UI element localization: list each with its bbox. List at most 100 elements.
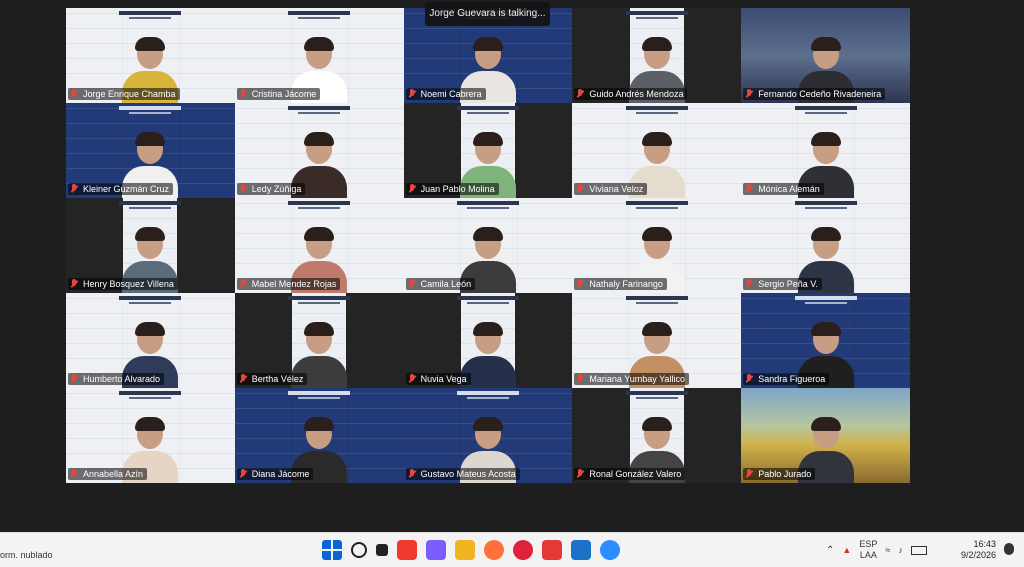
task-view-icon[interactable] [376, 544, 388, 556]
mic-muted-icon [408, 89, 417, 99]
participant-name-label: Mabel Mendez Rojas [236, 278, 341, 290]
participant-name-label: Nuvia Vega [405, 373, 471, 385]
participant-tile[interactable]: Camila León [403, 198, 573, 293]
clock-time: 16:43 [973, 539, 996, 549]
participant-tile[interactable]: Mónica Alemán [741, 103, 910, 198]
mic-muted-icon [408, 279, 417, 289]
participant-name-label: Henry Bosquez Villena [68, 278, 178, 290]
mic-muted-icon [70, 469, 79, 479]
participant-grid: Jorge Enrique Chamba Cristina Jácome Noemi… [66, 8, 910, 483]
opera-icon[interactable] [513, 540, 533, 560]
zoom-icon[interactable] [600, 540, 620, 560]
mic-muted-icon [576, 184, 585, 194]
participant-tile[interactable]: Mabel Mendez Rojas [234, 198, 404, 293]
assembly-logo-watermark [453, 106, 523, 114]
participant-tile[interactable]: Bertha Vélez [234, 293, 404, 388]
participant-name-label: Sergio Peña V. [743, 278, 822, 290]
participant-tile[interactable]: Ronal González Valero [572, 388, 742, 483]
participant-name-label: Gustavo Mateus Acosta [405, 468, 520, 480]
mic-muted-icon [576, 374, 585, 384]
search-icon[interactable] [351, 542, 367, 558]
copilot-icon[interactable] [426, 540, 446, 560]
assembly-logo-watermark [791, 296, 861, 304]
participant-tile[interactable]: Gustavo Mateus Acosta [403, 388, 573, 483]
participant-name: Guido Andrés Mendoza [589, 89, 684, 99]
participant-tile[interactable]: Sergio Peña V. [741, 198, 910, 293]
outlook-icon[interactable] [571, 540, 591, 560]
chevron-up-icon[interactable]: ⌃ [826, 545, 834, 556]
participant-name-label: Viviana Veloz [574, 183, 648, 195]
participant-tile[interactable]: Mariana Yumbay Yallico [572, 293, 742, 388]
mic-muted-icon [408, 374, 417, 384]
mic-muted-icon [745, 374, 754, 384]
participant-tile[interactable]: Pablo Jurado [741, 388, 910, 483]
clock-date: 9/2/2026 [960, 550, 996, 560]
participant-tile[interactable]: Fernando Cedeño Rivadeneira [741, 8, 910, 103]
mic-muted-icon [745, 279, 754, 289]
participant-name: Juan Pablo Molina [420, 184, 495, 194]
anydesk-red-icon[interactable] [542, 540, 562, 560]
participant-name-label: Humberto Alvarado [68, 373, 165, 385]
assembly-logo-watermark [115, 106, 185, 114]
participant-tile[interactable]: Nathaly Farinango [572, 198, 742, 293]
participant-name-label: Cristina Jácome [236, 88, 321, 100]
participant-name: Nuvia Vega [420, 374, 467, 384]
notification-icon[interactable] [1004, 543, 1014, 555]
mic-muted-icon [70, 279, 79, 289]
participant-tile[interactable]: Guido Andrés Mendoza [572, 8, 742, 103]
file-explorer-icon[interactable] [455, 540, 475, 560]
assembly-logo-watermark [622, 296, 692, 304]
taskbar-clock[interactable]: 16:43 9/2/2026 [961, 539, 996, 561]
network-alert-icon[interactable]: ▲ [842, 545, 851, 555]
assembly-logo-watermark [284, 11, 354, 19]
participant-tile[interactable]: Cristina Jácome [234, 8, 404, 103]
windows-start-icon[interactable] [322, 540, 342, 560]
participant-name-label: Annabella Azín [68, 468, 148, 480]
participant-tile[interactable]: Annabella Azín [66, 388, 235, 483]
mic-muted-icon [745, 89, 754, 99]
mic-muted-icon [70, 184, 79, 194]
participant-tile[interactable]: Humberto Alvarado [66, 293, 235, 388]
assembly-logo-watermark [284, 201, 354, 209]
participant-tile[interactable]: Diana Jácome [234, 388, 404, 483]
participant-tile[interactable]: Viviana Veloz [572, 103, 742, 198]
weather-widget[interactable]: orm. nublado [0, 550, 53, 560]
system-tray: ⌃ ▲ ESP LAA ≈ ♪ [826, 539, 927, 561]
assembly-logo-watermark [284, 106, 354, 114]
participant-name-label: Mariana Yumbay Yallico [574, 373, 689, 385]
assembly-logo-watermark [115, 296, 185, 304]
participant-name: Noemi Cabrera [420, 89, 482, 99]
participant-name: Fernando Cedeño Rivadeneira [758, 89, 882, 99]
participant-tile[interactable]: Kleiner Guzmán Cruz [66, 103, 235, 198]
participant-tile[interactable]: Nuvia Vega [403, 293, 573, 388]
participant-tile[interactable]: Jorge Enrique Chamba [66, 8, 235, 103]
participant-name: Cristina Jácome [251, 89, 317, 99]
assembly-logo-watermark [453, 201, 523, 209]
participant-name: Nathaly Farinango [589, 279, 663, 289]
wifi-icon[interactable]: ≈ [885, 545, 890, 555]
participant-tile[interactable]: Ledy Zúñiga [234, 103, 404, 198]
volume-icon[interactable]: ♪ [898, 545, 903, 555]
participant-name: Jorge Enrique Chamba [83, 89, 176, 99]
windows-taskbar: orm. nublado ⌃ ▲ ESP LAA ≈ ♪ 16:43 9/2/2… [0, 532, 1024, 567]
participant-name: Henry Bosquez Villena [83, 279, 174, 289]
participant-tile[interactable]: Sandra Figueroa [741, 293, 910, 388]
assembly-logo-watermark [115, 201, 185, 209]
participant-name-label: Pablo Jurado [743, 468, 816, 480]
participant-name-label: Guido Andrés Mendoza [574, 88, 688, 100]
meeting-stage: Jorge Enrique Chamba Cristina Jácome Noemi… [0, 0, 1024, 532]
assembly-logo-watermark [622, 391, 692, 399]
participant-tile[interactable]: Henry Bosquez Villena [66, 198, 235, 293]
battery-icon[interactable] [910, 545, 927, 555]
assembly-logo-watermark [622, 201, 692, 209]
participant-name: Bertha Vélez [251, 374, 304, 384]
mic-muted-icon [576, 279, 585, 289]
firefox-icon[interactable] [484, 540, 504, 560]
language-indicator[interactable]: ESP LAA [859, 539, 877, 561]
participant-name: Sandra Figueroa [758, 374, 826, 384]
participant-name: Viviana Veloz [589, 184, 644, 194]
anydesk-icon[interactable] [397, 540, 417, 560]
participant-name-label: Sandra Figueroa [743, 373, 830, 385]
assembly-logo-watermark [622, 106, 692, 114]
participant-tile[interactable]: Juan Pablo Molina [403, 103, 573, 198]
